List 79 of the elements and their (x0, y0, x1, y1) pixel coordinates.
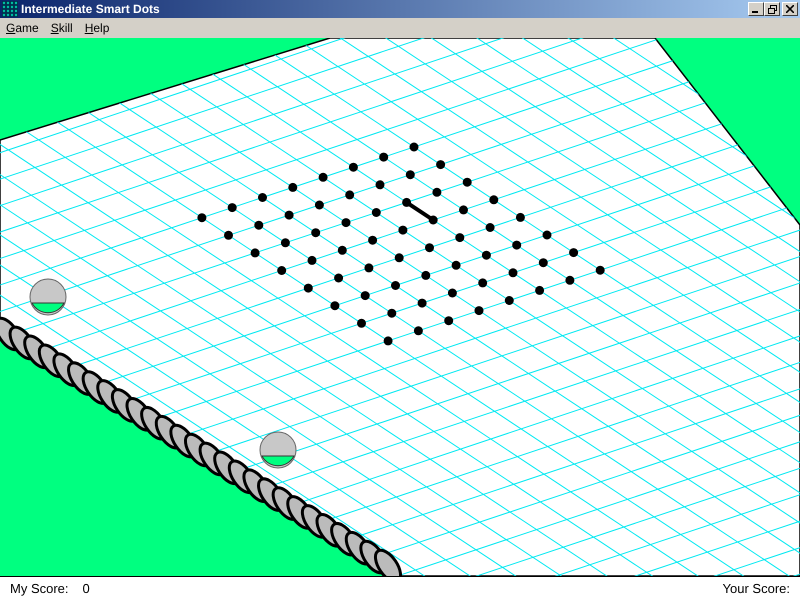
dot[interactable] (452, 260, 461, 270)
dot[interactable] (596, 266, 605, 275)
dot[interactable] (330, 301, 340, 310)
dot[interactable] (425, 243, 434, 252)
dot[interactable] (308, 256, 316, 265)
minimize-button[interactable] (748, 2, 764, 16)
dot[interactable] (516, 212, 525, 222)
dot[interactable] (462, 178, 472, 187)
dot[interactable] (284, 210, 294, 220)
dot[interactable] (311, 228, 320, 238)
dot[interactable] (345, 190, 354, 200)
dot[interactable] (542, 230, 552, 240)
dot[interactable] (535, 286, 544, 295)
score-value: 0 (82, 581, 90, 596)
window-title: Intermediate Smart Dots (21, 2, 161, 16)
menu-item[interactable]: Game (6, 21, 39, 35)
close-button[interactable] (782, 2, 798, 16)
dot[interactable] (436, 160, 446, 170)
score-label: My Score: (10, 581, 69, 596)
dot[interactable] (338, 246, 347, 255)
dot[interactable] (432, 188, 442, 197)
app-icon (2, 1, 18, 17)
dot[interactable] (314, 200, 324, 210)
dot[interactable] (277, 266, 286, 275)
score-label: Your Score: (722, 581, 790, 596)
dot[interactable] (402, 198, 412, 207)
dot[interactable] (512, 240, 522, 250)
dot[interactable] (258, 193, 267, 202)
dot[interactable] (288, 182, 298, 192)
dot[interactable] (474, 306, 484, 316)
dot[interactable] (428, 216, 438, 224)
dot[interactable] (398, 226, 408, 235)
restore-icon (768, 4, 776, 14)
dot[interactable] (444, 316, 454, 326)
dot[interactable] (504, 296, 514, 305)
dot[interactable] (569, 248, 578, 258)
dot[interactable] (364, 263, 374, 272)
dot[interactable] (391, 281, 400, 290)
dot[interactable] (254, 220, 264, 230)
dot[interactable] (334, 274, 344, 282)
dot[interactable] (280, 238, 290, 248)
dot[interactable] (348, 162, 358, 172)
dot[interactable] (418, 298, 427, 308)
hole-drawing (30, 278, 66, 316)
dot[interactable] (318, 172, 328, 182)
dot[interactable] (372, 208, 381, 217)
dot[interactable] (304, 284, 313, 293)
dot[interactable] (489, 195, 498, 204)
dot[interactable] (406, 170, 415, 180)
dot[interactable] (394, 253, 404, 262)
dot[interactable] (448, 288, 457, 298)
dot[interactable] (228, 203, 237, 212)
dot[interactable] (459, 205, 468, 214)
dot[interactable] (478, 278, 488, 288)
dot[interactable] (486, 223, 495, 232)
dot[interactable] (250, 248, 260, 258)
dot[interactable] (376, 180, 384, 190)
dot[interactable] (414, 326, 423, 336)
dot[interactable] (410, 142, 418, 152)
dot[interactable] (224, 230, 233, 240)
dot[interactable] (357, 318, 366, 328)
dot[interactable] (342, 218, 350, 228)
dot[interactable] (455, 233, 464, 242)
restore-button[interactable] (764, 2, 780, 16)
menu-item[interactable]: Skill (50, 21, 73, 35)
dot[interactable] (197, 213, 206, 222)
close-icon (786, 5, 794, 13)
dot[interactable] (384, 336, 393, 346)
dot[interactable] (482, 250, 491, 260)
dot[interactable] (565, 276, 574, 285)
dot[interactable] (421, 270, 430, 280)
menu-item[interactable]: Help (84, 21, 110, 35)
dot[interactable] (508, 268, 518, 278)
dot[interactable] (538, 258, 548, 268)
dot[interactable] (387, 308, 396, 318)
dot[interactable] (368, 236, 378, 245)
dot[interactable] (360, 291, 370, 300)
hole-drawing (260, 432, 296, 468)
dot[interactable] (379, 152, 388, 162)
